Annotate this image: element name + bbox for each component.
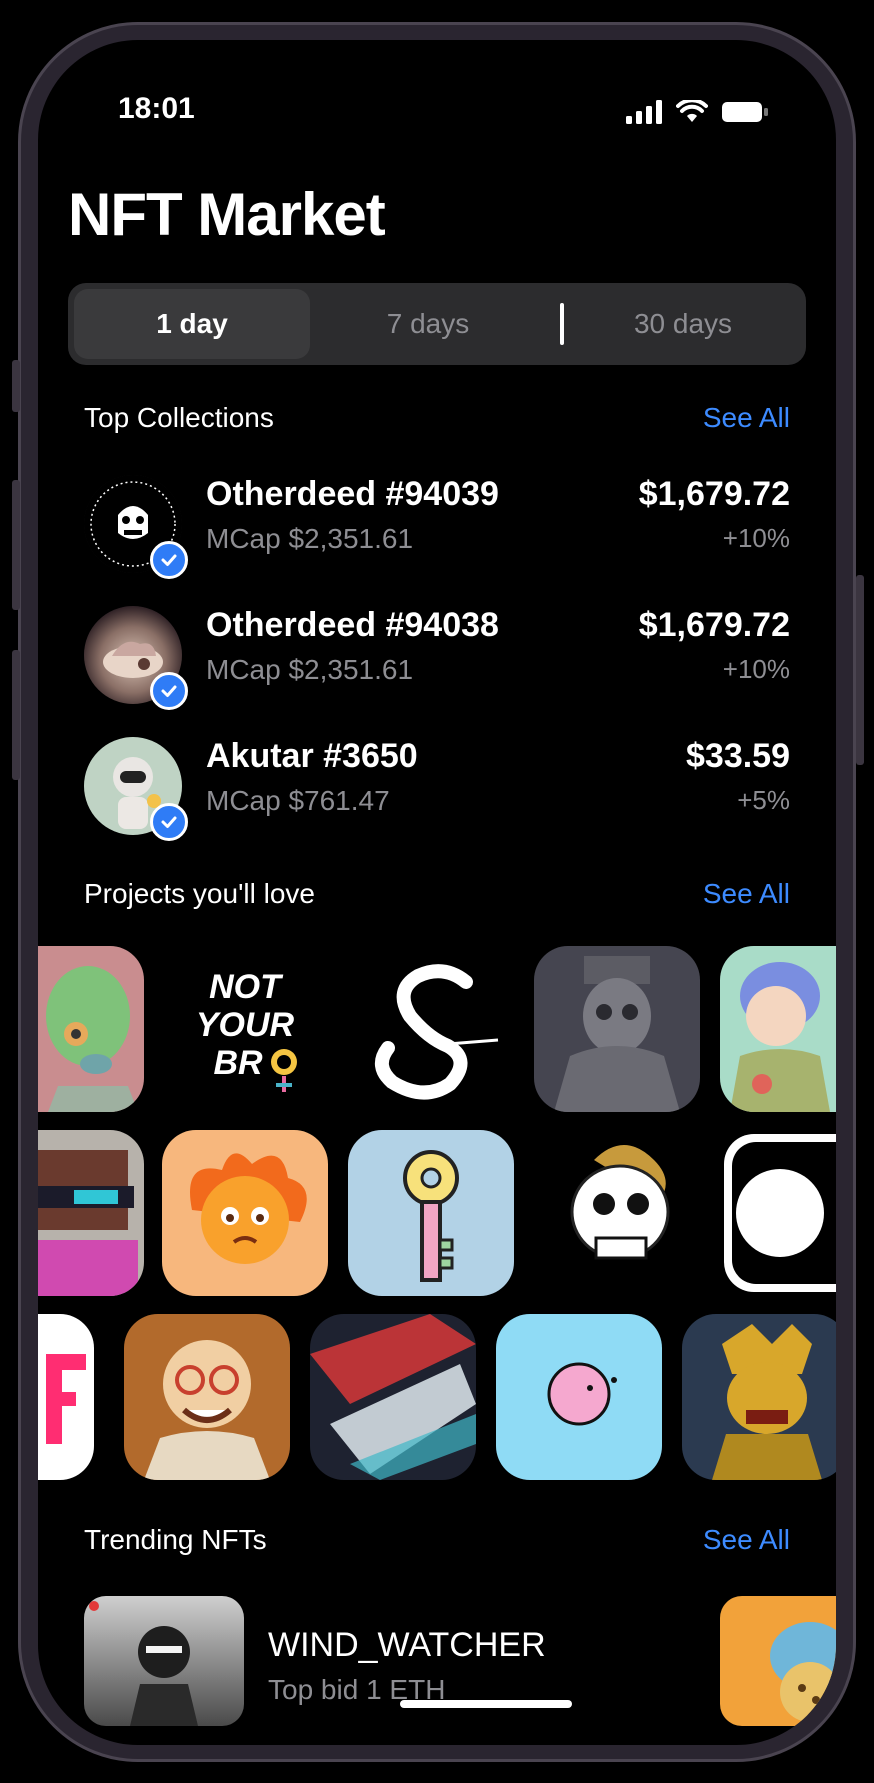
t-logo-icon — [724, 1134, 836, 1292]
volume-up-button — [12, 480, 20, 610]
pixel-fox-art-icon — [38, 1150, 138, 1296]
fire-creature-art-icon — [190, 1153, 307, 1264]
trending-thumbnail — [84, 1596, 244, 1726]
project-tile-key[interactable] — [348, 1130, 514, 1296]
projects-header: Projects you'll love See All — [84, 878, 790, 918]
project-tile-fire-creature[interactable] — [162, 1130, 328, 1296]
collection-row[interactable]: Otherdeed #94038 MCap $2,351.61 $1,679.7… — [84, 606, 790, 716]
cellular-signal-icon — [626, 100, 662, 124]
collection-mcap: MCap $2,351.61 — [206, 654, 414, 685]
svg-text:BR: BR — [213, 1044, 263, 1082]
samurai-mask-art-icon — [712, 1324, 822, 1480]
collection-change: +10% — [722, 523, 790, 553]
screen: 18:01 NFT Market 1 day 7 days 30 days To… — [38, 40, 836, 1745]
project-tile-samurai[interactable] — [682, 1314, 836, 1480]
skull-ape-art-icon — [570, 1145, 670, 1260]
collection-name: Otherdeed #94038 — [206, 606, 499, 644]
old-man-art-icon — [144, 1340, 270, 1480]
projects-row: NOT YOUR BR — [38, 946, 836, 1112]
project-tile-t-logo[interactable] — [720, 1130, 836, 1296]
collection-avatar — [84, 737, 188, 841]
collection-mcap: MCap $2,351.61 — [206, 523, 414, 554]
segment-7-days[interactable]: 7 days — [318, 289, 538, 359]
project-tile-skull-ape[interactable] — [534, 1130, 700, 1296]
leopard-art-icon — [770, 1622, 836, 1722]
trending-card[interactable] — [720, 1596, 836, 1726]
project-tile-armor[interactable] — [534, 946, 700, 1112]
armored-skull-art-icon — [554, 956, 680, 1112]
wind-watcher-art-icon — [89, 1601, 198, 1726]
section-title: Top Collections — [84, 402, 274, 433]
project-tile-character[interactable] — [720, 946, 836, 1112]
trending-name: WIND_WATCHER — [268, 1626, 546, 1664]
wifi-icon — [676, 100, 708, 122]
collection-price: $1,679.72 — [638, 475, 790, 513]
abstract-ribbons-art-icon — [310, 1314, 476, 1480]
verified-badge-icon — [150, 541, 188, 579]
verified-badge-icon — [150, 803, 188, 841]
trending-header: Trending NFTs See All — [84, 1524, 790, 1564]
project-tile-old-man[interactable] — [124, 1314, 290, 1480]
projects-row — [38, 1130, 836, 1296]
section-title: Projects you'll love — [84, 878, 315, 909]
collection-price: $33.59 — [686, 737, 790, 775]
project-tile-not-your-bro[interactable]: NOT YOUR BR — [162, 946, 328, 1112]
project-tile-pixel-fox[interactable] — [38, 1130, 144, 1296]
projects-row — [38, 1314, 836, 1480]
see-all-projects-link[interactable]: See All — [703, 878, 790, 910]
collection-price: $1,679.72 — [638, 606, 790, 644]
status-bar: 18:01 — [38, 92, 836, 132]
section-title: Trending NFTs — [84, 1524, 267, 1555]
collection-avatar — [84, 606, 188, 710]
collection-name: Akutar #3650 — [206, 737, 418, 775]
goblin-art-icon — [46, 966, 138, 1112]
collection-avatar — [84, 475, 188, 579]
project-tile-goblin[interactable] — [38, 946, 144, 1112]
project-tile-abstract[interactable] — [310, 1314, 476, 1480]
project-tile-pink-blob[interactable] — [496, 1314, 662, 1480]
time-range-segmented-control: 1 day 7 days 30 days — [68, 283, 806, 365]
collection-name: Otherdeed #94039 — [206, 475, 499, 513]
collection-row[interactable]: Otherdeed #94039 MCap $2,351.61 $1,679.7… — [84, 475, 790, 585]
f-logo-icon — [46, 1354, 86, 1444]
project-tile-f-logo[interactable] — [38, 1314, 94, 1480]
see-all-collections-link[interactable]: See All — [703, 402, 790, 434]
clock: 18:01 — [118, 92, 195, 125]
not-your-bro-logo-icon: NOT YOUR BR — [196, 968, 297, 1092]
collection-row[interactable]: Akutar #3650 MCap $761.47 $33.59 +5% — [84, 737, 790, 847]
page-title: NFT Market — [68, 181, 386, 248]
project-tile-s-logo[interactable] — [348, 946, 514, 1112]
verified-badge-icon — [150, 672, 188, 710]
see-all-trending-link[interactable]: See All — [703, 1524, 790, 1556]
mute-switch — [12, 360, 20, 412]
power-button — [856, 575, 864, 765]
rainbow-key-icon — [403, 1150, 459, 1282]
segment-30-days[interactable]: 30 days — [568, 289, 798, 359]
pink-blob-icon — [547, 1362, 617, 1426]
s-monogram-icon — [375, 964, 499, 1100]
segment-1-day[interactable]: 1 day — [74, 289, 310, 359]
svg-text:YOUR: YOUR — [196, 1006, 295, 1044]
boy-character-art-icon — [730, 962, 830, 1112]
svg-text:NOT: NOT — [209, 968, 284, 1006]
collection-mcap: MCap $761.47 — [206, 785, 390, 816]
collection-change: +5% — [737, 785, 790, 815]
home-indicator[interactable] — [400, 1700, 572, 1708]
status-icons — [626, 100, 768, 124]
collection-change: +10% — [722, 654, 790, 684]
battery-icon — [722, 102, 768, 122]
volume-down-button — [12, 650, 20, 780]
top-collections-header: Top Collections See All — [84, 402, 790, 442]
segment-divider — [560, 303, 564, 345]
